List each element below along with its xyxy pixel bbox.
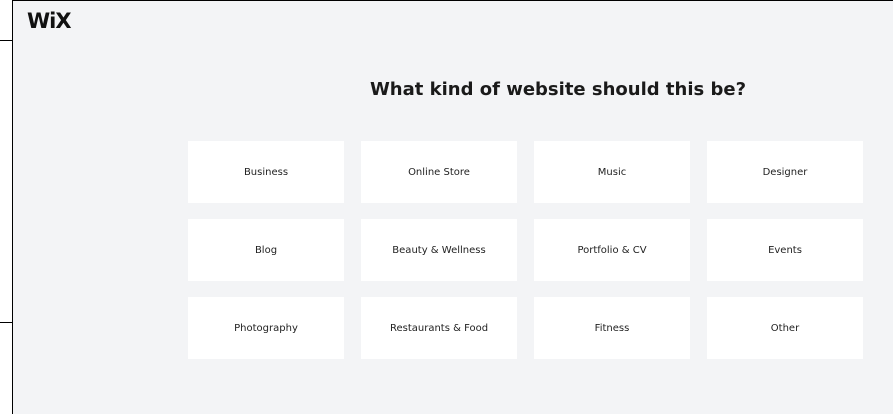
category-tile-fitness[interactable]: Fitness (534, 297, 690, 359)
wix-logo[interactable]: WiX (27, 11, 72, 32)
category-tile-events[interactable]: Events (707, 219, 863, 281)
category-tile-portfolio-cv[interactable]: Portfolio & CV (534, 219, 690, 281)
category-tile-music[interactable]: Music (534, 141, 690, 203)
category-tile-business[interactable]: Business (188, 141, 344, 203)
category-grid: Business Online Store Music Designer Blo… (188, 141, 863, 359)
category-tile-designer[interactable]: Designer (707, 141, 863, 203)
category-tile-other[interactable]: Other (707, 297, 863, 359)
category-tile-restaurants-food[interactable]: Restaurants & Food (361, 297, 517, 359)
category-tile-blog[interactable]: Blog (188, 219, 344, 281)
category-tile-beauty-wellness[interactable]: Beauty & Wellness (361, 219, 517, 281)
page-title: What kind of website should this be? (369, 79, 747, 100)
category-tile-online-store[interactable]: Online Store (361, 141, 517, 203)
category-tile-photography[interactable]: Photography (188, 297, 344, 359)
